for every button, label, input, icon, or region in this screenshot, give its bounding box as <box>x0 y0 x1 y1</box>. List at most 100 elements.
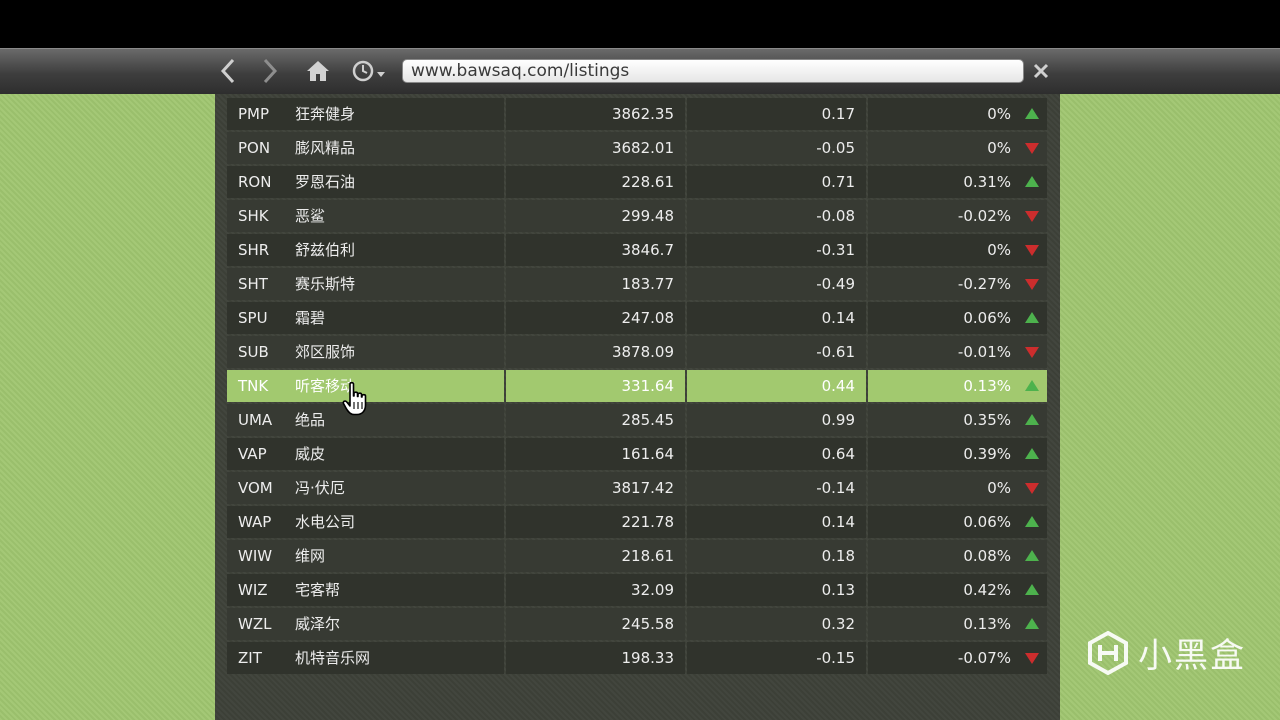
forward-button[interactable] <box>256 55 284 87</box>
stock-name: 恶鲨 <box>295 207 326 225</box>
stock-name: 威泽尔 <box>295 615 341 633</box>
stock-name-cell: WZL 威泽尔 <box>227 608 504 640</box>
stock-percent: 0% <box>987 241 1011 259</box>
stock-name: 绝品 <box>295 411 326 429</box>
stock-percent-cell: 0.35% <box>868 404 1047 436</box>
trend-up-arrow-icon <box>1025 414 1039 425</box>
history-button[interactable] <box>350 55 388 87</box>
stock-price: 3862.35 <box>506 98 685 130</box>
stock-price: 3878.09 <box>506 336 685 368</box>
stock-name: 郊区服饰 <box>295 343 356 361</box>
stock-price: 331.64 <box>506 370 685 402</box>
trend-up-arrow-icon <box>1025 380 1039 391</box>
trend-down-arrow-icon <box>1025 211 1039 222</box>
top-black-bar <box>0 0 1280 48</box>
listing-row[interactable]: PON 膨风精品 3682.01 -0.05 0% <box>227 132 1047 164</box>
listing-row[interactable]: VOM 冯·伏厄 3817.42 -0.14 0% <box>227 472 1047 504</box>
stock-ticker: SPU <box>238 309 268 327</box>
home-button[interactable] <box>303 55 333 87</box>
back-button[interactable] <box>214 55 242 87</box>
watermark: 小黑盒 <box>1086 628 1246 677</box>
stock-change: -0.31 <box>687 234 866 266</box>
stock-name-cell: PMP 狂奔健身 <box>227 98 504 130</box>
hand-pointer-cursor-icon <box>342 381 367 416</box>
listing-row[interactable]: WIW 维网 218.61 0.18 0.08% <box>227 540 1047 572</box>
close-button[interactable] <box>1030 55 1052 87</box>
stock-name-cell: SPU 霜碧 <box>227 302 504 334</box>
trend-up-arrow-icon <box>1025 618 1039 629</box>
stock-percent: 0.08% <box>963 547 1011 565</box>
stock-percent-cell: 0.13% <box>868 608 1047 640</box>
trend-up-arrow-icon <box>1025 448 1039 459</box>
stock-price: 228.61 <box>506 166 685 198</box>
listing-row[interactable]: WZL 威泽尔 245.58 0.32 0.13% <box>227 608 1047 640</box>
stock-ticker: SUB <box>238 343 269 361</box>
stock-ticker: VOM <box>238 479 273 497</box>
trend-up-arrow-icon <box>1025 516 1039 527</box>
stock-percent: 0.13% <box>963 615 1011 633</box>
stock-name-cell: SHR 舒兹伯利 <box>227 234 504 266</box>
stock-name-cell: ZIT 机特音乐网 <box>227 642 504 674</box>
stock-percent: -0.02% <box>957 207 1011 225</box>
stock-change: -0.14 <box>687 472 866 504</box>
stock-price: 3682.01 <box>506 132 685 164</box>
stock-percent-cell: -0.27% <box>868 268 1047 300</box>
stock-name-cell: PON 膨风精品 <box>227 132 504 164</box>
stock-percent-cell: 0.08% <box>868 540 1047 572</box>
stock-ticker: WIZ <box>238 581 268 599</box>
stock-name: 水电公司 <box>295 513 356 531</box>
stock-name-cell: SUB 郊区服饰 <box>227 336 504 368</box>
home-icon <box>307 61 329 81</box>
stock-change: 0.44 <box>687 370 866 402</box>
listing-row[interactable]: WIZ 宅客帮 32.09 0.13 0.42% <box>227 574 1047 606</box>
listing-row[interactable]: ZIT 机特音乐网 198.33 -0.15 -0.07% <box>227 642 1047 674</box>
history-clock-icon <box>352 60 385 82</box>
stock-change: -0.49 <box>687 268 866 300</box>
listing-row[interactable]: SHT 赛乐斯特 183.77 -0.49 -0.27% <box>227 268 1047 300</box>
stock-ticker: PON <box>238 139 271 157</box>
address-bar[interactable]: www.bawsaq.com/listings <box>402 59 1024 83</box>
listing-row[interactable]: VAP 威皮 161.64 0.64 0.39% <box>227 438 1047 470</box>
stock-percent-cell: 0.39% <box>868 438 1047 470</box>
stock-price: 198.33 <box>506 642 685 674</box>
stock-price: 32.09 <box>506 574 685 606</box>
stock-change: 0.99 <box>687 404 866 436</box>
listing-row[interactable]: PMP 狂奔健身 3862.35 0.17 0% <box>227 98 1047 130</box>
stock-name-cell: VOM 冯·伏厄 <box>227 472 504 504</box>
stock-change: -0.05 <box>687 132 866 164</box>
listing-row[interactable]: WAP 水电公司 221.78 0.14 0.06% <box>227 506 1047 538</box>
listing-row[interactable]: SHR 舒兹伯利 3846.7 -0.31 0% <box>227 234 1047 266</box>
listing-row[interactable]: SPU 霜碧 247.08 0.14 0.06% <box>227 302 1047 334</box>
trend-up-arrow-icon <box>1025 176 1039 187</box>
stock-name: 狂奔健身 <box>295 105 356 123</box>
stock-change: 0.14 <box>687 506 866 538</box>
stock-ticker: UMA <box>238 411 273 429</box>
trend-down-arrow-icon <box>1025 347 1039 358</box>
stock-percent: 0.39% <box>963 445 1011 463</box>
stock-percent: 0.06% <box>963 309 1011 327</box>
browser-toolbar: www.bawsaq.com/listings <box>0 48 1280 94</box>
stock-name: 膨风精品 <box>295 139 356 157</box>
stock-percent: 0% <box>987 105 1011 123</box>
listing-row[interactable]: SHK 恶鲨 299.48 -0.08 -0.02% <box>227 200 1047 232</box>
stock-name-cell: WIW 维网 <box>227 540 504 572</box>
stock-change: -0.15 <box>687 642 866 674</box>
listing-row[interactable]: RON 罗恩石油 228.61 0.71 0.31% <box>227 166 1047 198</box>
stock-change: 0.18 <box>687 540 866 572</box>
stock-name: 维网 <box>295 547 326 565</box>
listing-row[interactable]: SUB 郊区服饰 3878.09 -0.61 -0.01% <box>227 336 1047 368</box>
page-background-left <box>0 94 215 720</box>
stock-price: 3846.7 <box>506 234 685 266</box>
stock-ticker: SHT <box>238 275 268 293</box>
stock-percent: -0.27% <box>957 275 1011 293</box>
chevron-right-icon <box>263 58 278 84</box>
stock-change: 0.64 <box>687 438 866 470</box>
stock-percent: 0% <box>987 139 1011 157</box>
stock-price: 221.78 <box>506 506 685 538</box>
stock-percent-cell: 0% <box>868 98 1047 130</box>
stock-change: -0.08 <box>687 200 866 232</box>
stock-change: 0.17 <box>687 98 866 130</box>
stock-price: 299.48 <box>506 200 685 232</box>
stock-name: 舒兹伯利 <box>295 241 356 259</box>
trend-up-arrow-icon <box>1025 108 1039 119</box>
